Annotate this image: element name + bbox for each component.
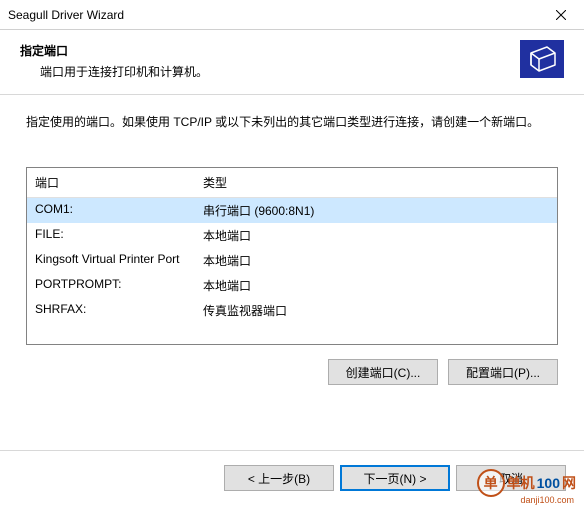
create-port-button[interactable]: 创建端口(C)... — [328, 359, 438, 385]
wizard-header: 指定端口 端口用于连接打印机和计算机。 — [0, 30, 584, 95]
printer-icon — [520, 40, 564, 78]
cell-type: 本地端口 — [195, 225, 557, 246]
page-subtitle: 端口用于连接打印机和计算机。 — [20, 63, 208, 80]
cell-type: 本地端口 — [195, 250, 557, 271]
table-row[interactable]: PORTPROMPT:本地端口 — [27, 273, 557, 298]
cell-port: COM1: — [27, 200, 195, 221]
table-body: COM1:串行端口 (9600:8N1)FILE:本地端口Kingsoft Vi… — [27, 198, 557, 323]
back-button[interactable]: < 上一步(B) — [224, 465, 334, 491]
table-header: 端口 类型 — [27, 168, 557, 198]
page-title: 指定端口 — [20, 42, 208, 59]
close-icon — [556, 10, 566, 20]
port-table[interactable]: 端口 类型 COM1:串行端口 (9600:8N1)FILE:本地端口Kings… — [26, 167, 558, 345]
content-area: 指定使用的端口。如果使用 TCP/IP 或以下未列出的其它端口类型进行连接，请创… — [0, 95, 584, 385]
cell-type: 串行端口 (9600:8N1) — [195, 200, 557, 221]
cell-port: SHRFAX: — [27, 300, 195, 321]
cancel-button[interactable]: 取消 — [456, 465, 566, 491]
column-type[interactable]: 类型 — [195, 168, 557, 197]
cell-type: 本地端口 — [195, 275, 557, 296]
cell-type: 传真监视器端口 — [195, 300, 557, 321]
next-button[interactable]: 下一页(N) > — [340, 465, 450, 491]
titlebar: Seagull Driver Wizard — [0, 0, 584, 30]
watermark-url: danji100.com — [520, 495, 574, 505]
cell-port: Kingsoft Virtual Printer Port — [27, 250, 195, 271]
table-row[interactable]: SHRFAX:传真监视器端口 — [27, 298, 557, 323]
close-button[interactable] — [538, 0, 584, 29]
table-row[interactable]: COM1:串行端口 (9600:8N1) — [27, 198, 557, 223]
wizard-footer: < 上一步(B) 下一页(N) > 取消 — [0, 450, 584, 505]
table-row[interactable]: FILE:本地端口 — [27, 223, 557, 248]
table-row[interactable]: Kingsoft Virtual Printer Port本地端口 — [27, 248, 557, 273]
window-title: Seagull Driver Wizard — [8, 8, 124, 22]
header-text-block: 指定端口 端口用于连接打印机和计算机。 — [20, 40, 208, 80]
port-buttons-row: 创建端口(C)... 配置端口(P)... — [26, 359, 558, 385]
column-port[interactable]: 端口 — [27, 168, 195, 197]
cell-port: PORTPROMPT: — [27, 275, 195, 296]
instruction-text: 指定使用的端口。如果使用 TCP/IP 或以下未列出的其它端口类型进行连接，请创… — [26, 113, 558, 131]
cell-port: FILE: — [27, 225, 195, 246]
configure-port-button[interactable]: 配置端口(P)... — [448, 359, 558, 385]
